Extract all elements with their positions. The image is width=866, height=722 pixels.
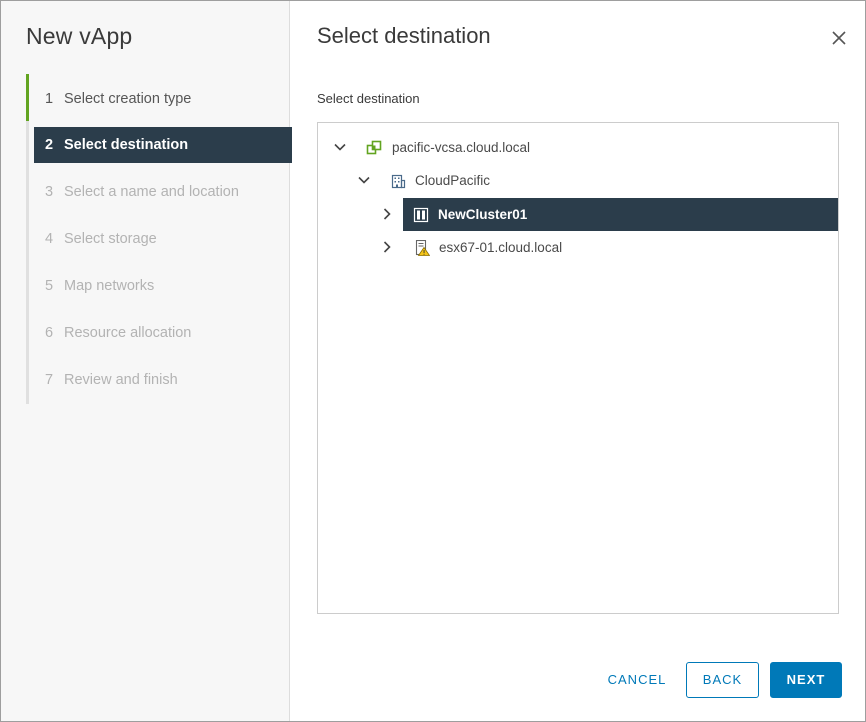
tree-node-cluster-caret — [380, 198, 402, 231]
step-label: Resource allocation — [64, 325, 192, 341]
vcenter-icon — [366, 140, 382, 155]
wizard-steps: 1 Select creation type 2 Select destinatio… — [26, 74, 292, 404]
tree-node-label: pacific-vcsa.cloud.local — [392, 140, 531, 155]
step-map-networks: 5 Map networks — [34, 268, 292, 304]
tree-node-datacenter[interactable]: CloudPacific — [318, 164, 838, 197]
step-label: Select destination — [64, 137, 189, 153]
step-label: Select storage — [64, 231, 157, 247]
tree-node-label: esx67-01.cloud.local — [439, 240, 563, 255]
step-select-creation-type[interactable]: 1 Select creation type — [34, 81, 292, 117]
step-number: 6 — [45, 325, 54, 341]
step-number: 7 — [45, 372, 54, 388]
destination-tree: pacific-vcsa.cloud.local CloudPacific Ne… — [317, 122, 839, 614]
tree-node-label: NewCluster01 — [438, 207, 528, 222]
tree-node-host[interactable]: esx67-01.cloud.local — [318, 231, 838, 264]
completed-step-indicator — [26, 74, 29, 121]
wizard-title: New vApp — [26, 23, 133, 49]
close-icon — [832, 31, 846, 45]
step-number: 3 — [45, 184, 54, 200]
step-label: Select a name and location — [64, 184, 239, 200]
step-select-name-and-location: 3 Select a name and location — [34, 174, 292, 210]
next-button[interactable]: NEXT — [770, 662, 842, 698]
back-button[interactable]: BACK — [686, 662, 759, 698]
close-button[interactable] — [828, 27, 850, 49]
host-warning-icon — [415, 240, 430, 256]
datacenter-icon — [391, 174, 406, 189]
step-number: 5 — [45, 278, 54, 294]
new-vapp-dialog: New vApp 1 Select creation type 2 Select d… — [0, 0, 866, 722]
step-number: 4 — [45, 231, 54, 247]
cluster-icon — [413, 207, 429, 223]
tree-node-vcenter[interactable]: pacific-vcsa.cloud.local — [318, 131, 838, 164]
chevron-down-icon[interactable] — [333, 140, 347, 154]
tree-node-label: CloudPacific — [415, 173, 491, 188]
step-label: Map networks — [64, 278, 155, 294]
chevron-down-icon[interactable] — [357, 173, 371, 187]
step-select-storage: 4 Select storage — [34, 221, 292, 257]
step-label: Review and finish — [64, 372, 178, 388]
wizard-sidebar: New vApp 1 Select creation type 2 Select d… — [1, 1, 292, 721]
cancel-button[interactable]: CANCEL — [601, 663, 673, 699]
section-label: Select destination — [317, 91, 420, 106]
step-review-and-finish: 7 Review and finish — [34, 362, 292, 398]
chevron-right-icon[interactable] — [380, 207, 394, 221]
tree-node-cluster[interactable]: NewCluster01 — [403, 198, 838, 231]
step-resource-allocation: 6 Resource allocation — [34, 315, 292, 351]
chevron-right-icon[interactable] — [380, 240, 394, 254]
step-label: Select creation type — [64, 91, 192, 107]
step-number: 1 — [45, 91, 54, 107]
step-select-destination[interactable]: 2 Select destination — [34, 127, 292, 163]
step-number: 2 — [45, 137, 54, 153]
page-title: Select destination — [317, 23, 491, 48]
